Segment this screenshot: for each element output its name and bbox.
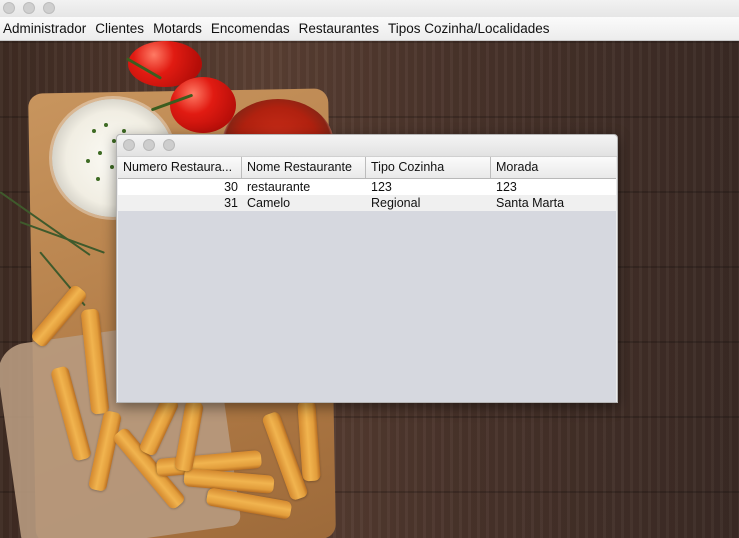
cell-morada: Santa Marta (496, 196, 565, 210)
column-header-numero[interactable]: Numero Restaura... (118, 157, 242, 178)
column-header-nome[interactable]: Nome Restaurante (242, 157, 366, 178)
menu-motards[interactable]: Motards (153, 21, 202, 36)
herb (104, 123, 108, 127)
close-frame-button[interactable] (123, 139, 135, 151)
zoom-window-button[interactable] (43, 2, 55, 14)
menu-encomendas[interactable]: Encomendas (211, 21, 290, 36)
minimize-frame-button[interactable] (143, 139, 155, 151)
menu-tipos-cozinha-localidades[interactable]: Tipos Cozinha/Localidades (388, 21, 550, 36)
maximize-frame-button[interactable] (163, 139, 175, 151)
menu-bar: Administrador Clientes Motards Encomenda… (0, 17, 739, 41)
restaurantes-internal-frame: Numero Restaura... Nome Restaurante Tipo… (116, 134, 618, 403)
table-header: Numero Restaura... Nome Restaurante Tipo… (118, 157, 616, 179)
column-header-tipo-cozinha[interactable]: Tipo Cozinha (366, 157, 491, 178)
herb (92, 129, 96, 133)
herb (122, 129, 126, 133)
column-header-morada[interactable]: Morada (491, 157, 616, 178)
herb (96, 177, 100, 181)
cell-numero: 30 (224, 180, 238, 194)
restaurantes-table: Numero Restaura... Nome Restaurante Tipo… (118, 157, 616, 402)
menu-administrador[interactable]: Administrador (3, 21, 86, 36)
herb (98, 151, 102, 155)
internal-frame-title-bar[interactable] (117, 135, 617, 157)
table-row[interactable]: 31 Camelo Regional Santa Marta (118, 195, 616, 211)
herb (86, 159, 90, 163)
cell-numero: 31 (224, 196, 238, 210)
herb (110, 165, 114, 169)
minimize-window-button[interactable] (23, 2, 35, 14)
cell-tipo-cozinha: 123 (371, 180, 392, 194)
tomato (170, 77, 236, 133)
cell-nome: restaurante (247, 180, 311, 194)
table-row[interactable]: 30 restaurante 123 123 (118, 179, 616, 195)
cell-nome: Camelo (247, 196, 291, 210)
app-window: Administrador Clientes Motards Encomenda… (0, 0, 739, 538)
cell-morada: 123 (496, 180, 517, 194)
window-title-bar (0, 0, 739, 17)
menu-clientes[interactable]: Clientes (95, 21, 144, 36)
close-window-button[interactable] (3, 2, 15, 14)
cell-tipo-cozinha: Regional (371, 196, 421, 210)
menu-restaurantes[interactable]: Restaurantes (299, 21, 379, 36)
